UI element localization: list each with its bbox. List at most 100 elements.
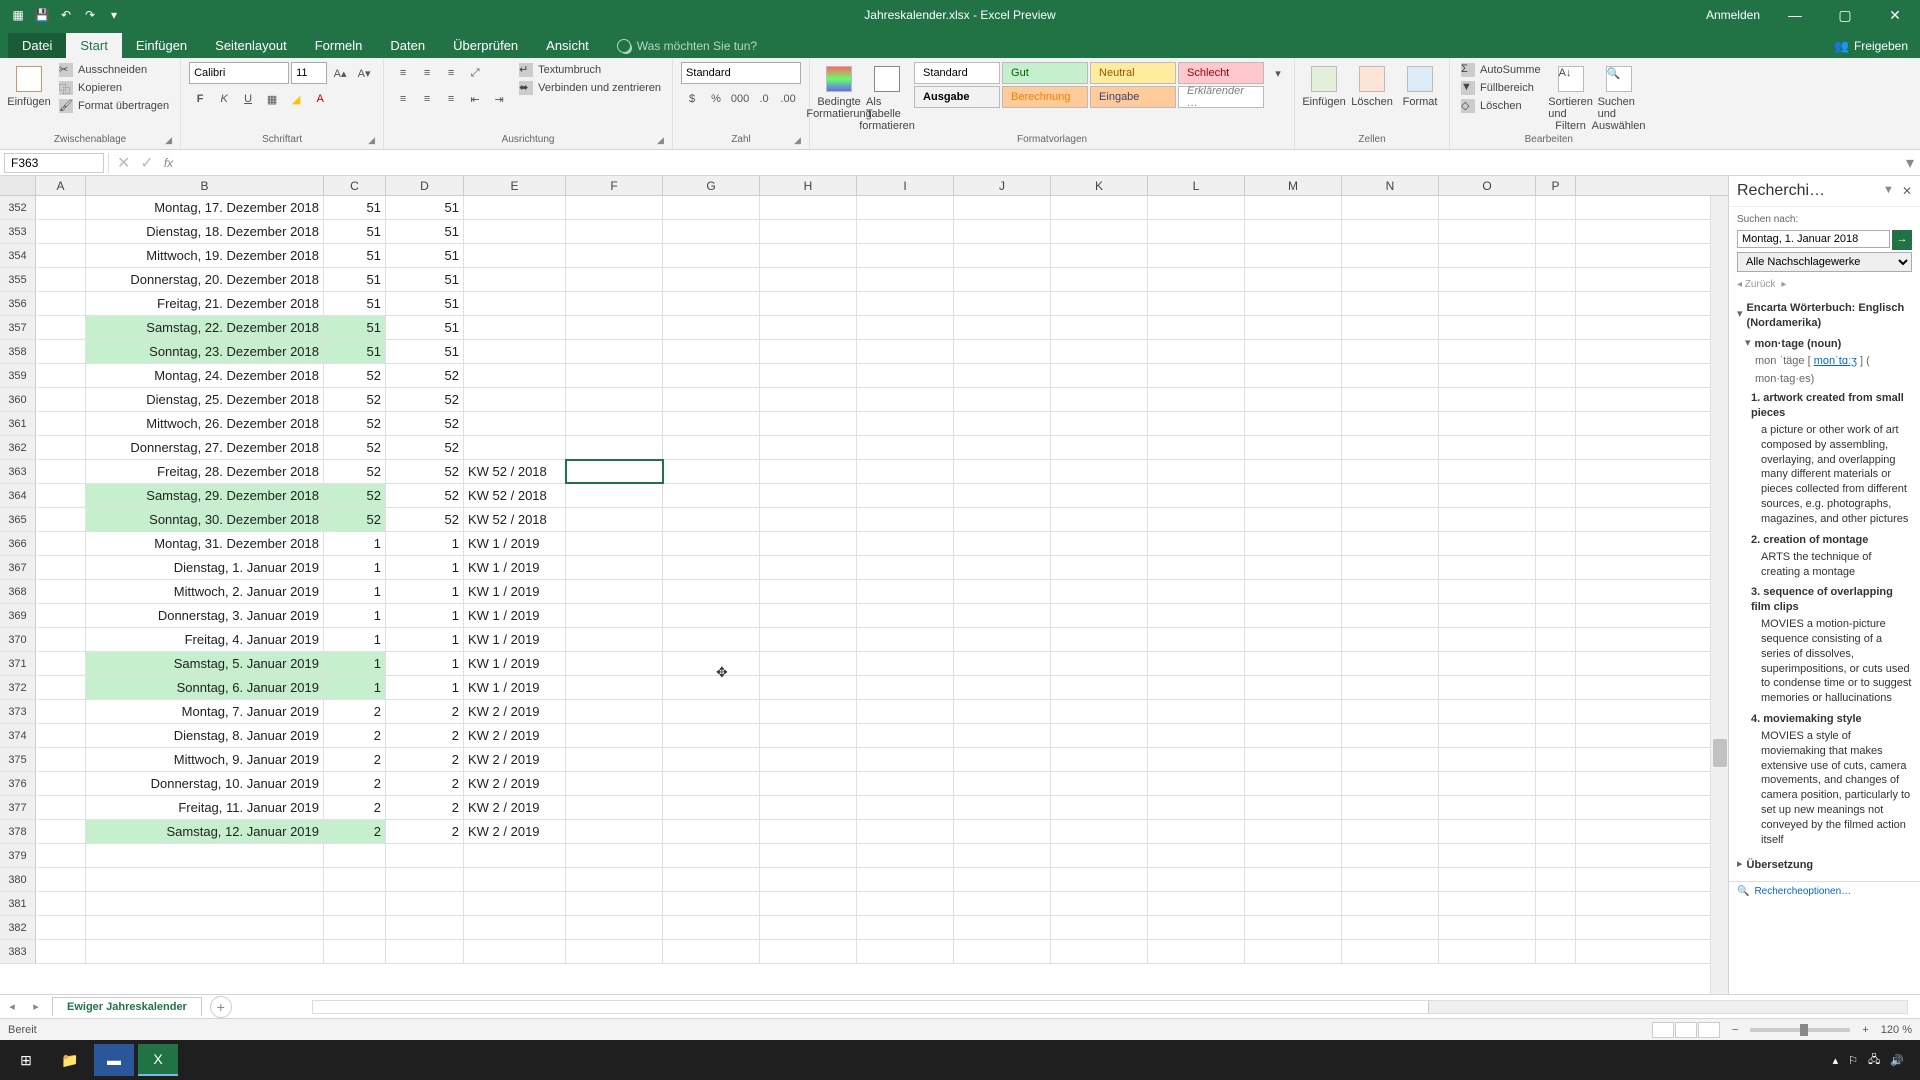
col-header-O[interactable]: O <box>1439 176 1536 195</box>
cell[interactable] <box>663 316 760 339</box>
row-header[interactable]: 354 <box>0 244 36 267</box>
cell[interactable] <box>1439 316 1536 339</box>
cell[interactable] <box>1148 700 1245 723</box>
col-header-P[interactable]: P <box>1536 176 1576 195</box>
cell[interactable]: 1 <box>386 556 464 579</box>
cell[interactable] <box>857 868 954 891</box>
cell[interactable] <box>1342 748 1439 771</box>
cell[interactable]: 51 <box>324 316 386 339</box>
clear-button[interactable]: ◇Löschen <box>1458 98 1544 114</box>
cell[interactable] <box>857 508 954 531</box>
cell[interactable] <box>1051 268 1148 291</box>
col-header-C[interactable]: C <box>324 176 386 195</box>
cell[interactable] <box>1536 940 1576 963</box>
cell[interactable]: 51 <box>324 220 386 243</box>
cell[interactable] <box>1245 892 1342 915</box>
cell[interactable] <box>663 676 760 699</box>
cell[interactable] <box>1148 604 1245 627</box>
cell[interactable] <box>36 724 86 747</box>
row-header[interactable]: 373 <box>0 700 36 723</box>
cell[interactable] <box>1051 724 1148 747</box>
cell[interactable] <box>663 868 760 891</box>
cell[interactable] <box>1051 748 1148 771</box>
cell[interactable] <box>1439 532 1536 555</box>
cell[interactable] <box>36 244 86 267</box>
row-header[interactable]: 376 <box>0 772 36 795</box>
cell[interactable] <box>760 220 857 243</box>
cell[interactable] <box>1439 676 1536 699</box>
cell[interactable] <box>760 388 857 411</box>
collapse-icon[interactable]: ▾ <box>1737 307 1743 322</box>
cell[interactable] <box>760 604 857 627</box>
cell[interactable] <box>1342 244 1439 267</box>
cell[interactable] <box>1051 676 1148 699</box>
cell[interactable] <box>663 916 760 939</box>
cell[interactable] <box>954 772 1051 795</box>
cell[interactable] <box>1342 580 1439 603</box>
row-header[interactable]: 364 <box>0 484 36 507</box>
cell[interactable] <box>1439 388 1536 411</box>
cell[interactable]: 1 <box>386 676 464 699</box>
cell[interactable] <box>954 652 1051 675</box>
cell[interactable] <box>464 364 566 387</box>
cell[interactable]: 2 <box>386 796 464 819</box>
row-header[interactable]: 363 <box>0 460 36 483</box>
cell[interactable] <box>464 292 566 315</box>
cell[interactable] <box>1051 436 1148 459</box>
cell[interactable] <box>1342 868 1439 891</box>
cell[interactable] <box>36 340 86 363</box>
cell[interactable]: 52 <box>386 484 464 507</box>
cell[interactable] <box>1536 220 1576 243</box>
cell[interactable] <box>1439 724 1536 747</box>
cell[interactable] <box>954 532 1051 555</box>
cell[interactable] <box>1051 772 1148 795</box>
cell[interactable] <box>1439 364 1536 387</box>
cell[interactable] <box>1439 196 1536 219</box>
cell[interactable] <box>954 556 1051 579</box>
cell[interactable] <box>36 436 86 459</box>
cell[interactable] <box>954 724 1051 747</box>
cell[interactable]: KW 1 / 2019 <box>464 652 566 675</box>
cell[interactable]: 2 <box>386 748 464 771</box>
cell[interactable] <box>36 796 86 819</box>
cell[interactable]: 2 <box>324 820 386 843</box>
col-header-I[interactable]: I <box>857 176 954 195</box>
cell[interactable]: 52 <box>386 508 464 531</box>
cell[interactable] <box>566 868 663 891</box>
zoom-out-button[interactable]: − <box>1732 1024 1738 1036</box>
cell[interactable] <box>1536 340 1576 363</box>
cell[interactable] <box>857 916 954 939</box>
cell[interactable] <box>36 676 86 699</box>
tab-insert[interactable]: Einfügen <box>122 33 201 58</box>
cell[interactable] <box>1148 436 1245 459</box>
cell[interactable] <box>857 412 954 435</box>
cell[interactable] <box>954 628 1051 651</box>
cell[interactable] <box>857 532 954 555</box>
cell[interactable] <box>663 244 760 267</box>
cell[interactable] <box>1148 796 1245 819</box>
cell[interactable] <box>36 652 86 675</box>
cell[interactable] <box>663 844 760 867</box>
cell[interactable] <box>857 628 954 651</box>
tab-view[interactable]: Ansicht <box>532 33 603 58</box>
cell[interactable] <box>954 316 1051 339</box>
cell[interactable] <box>1245 292 1342 315</box>
cell[interactable] <box>1536 868 1576 891</box>
cell[interactable] <box>1148 940 1245 963</box>
cell[interactable] <box>1245 772 1342 795</box>
cell[interactable] <box>1342 388 1439 411</box>
cell[interactable] <box>857 388 954 411</box>
cell[interactable] <box>464 388 566 411</box>
cell[interactable] <box>954 868 1051 891</box>
fx-button[interactable]: fx <box>164 156 173 170</box>
copy-button[interactable]: ⿻Kopieren <box>56 80 172 96</box>
cell[interactable]: 2 <box>386 700 464 723</box>
cell[interactable]: Dienstag, 8. Januar 2019 <box>86 724 324 747</box>
cell[interactable] <box>464 220 566 243</box>
cell[interactable] <box>954 580 1051 603</box>
cell[interactable] <box>36 532 86 555</box>
cell[interactable]: Sonntag, 6. Januar 2019 <box>86 676 324 699</box>
cell[interactable] <box>324 892 386 915</box>
cell[interactable] <box>1245 724 1342 747</box>
cell[interactable] <box>36 940 86 963</box>
